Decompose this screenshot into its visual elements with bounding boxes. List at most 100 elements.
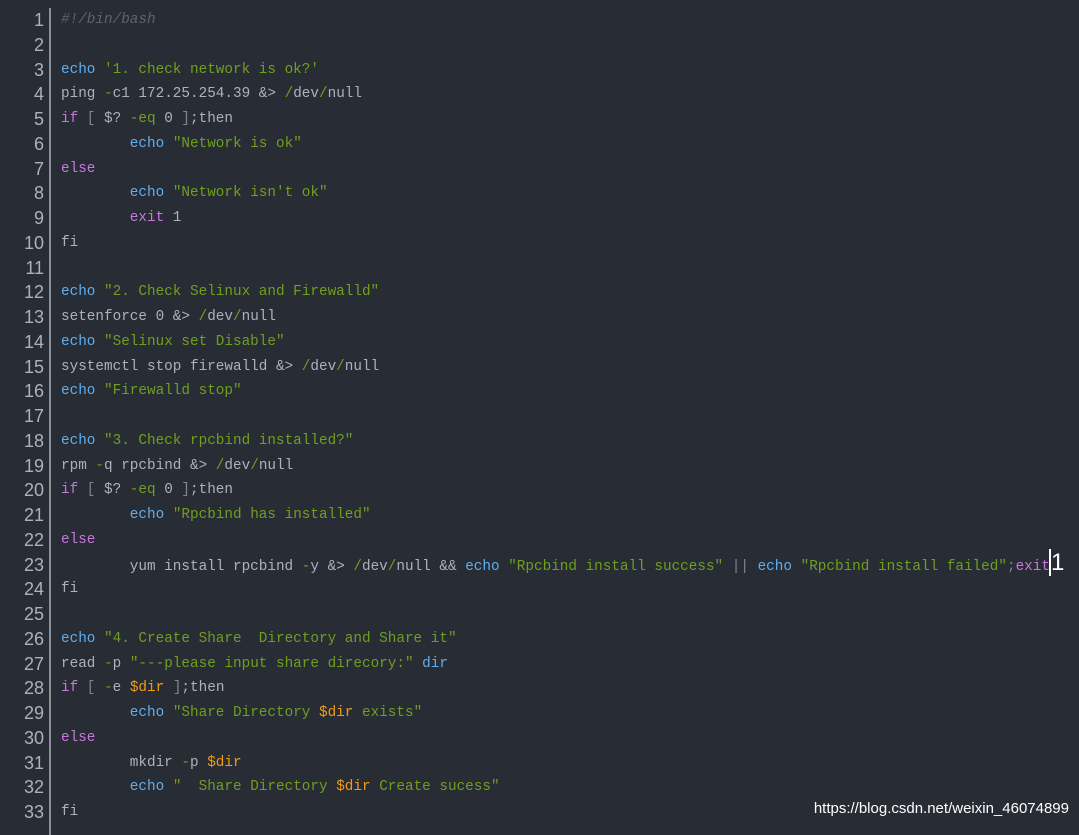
code-line[interactable]: echo "Network is ok"	[61, 132, 1064, 157]
code-line[interactable]	[61, 602, 1064, 627]
code-token: null	[258, 457, 294, 474]
code-token: ping	[61, 86, 104, 103]
code-line[interactable]: #!/bin/bash	[61, 8, 1064, 33]
code-token: "Rpcbind install failed"	[800, 558, 1007, 575]
code-line[interactable]: echo "Share Directory $dir exists"	[61, 701, 1064, 726]
code-line[interactable]: mkdir -p $dir	[61, 751, 1064, 776]
code-token: dir	[422, 655, 448, 672]
code-token: "Share Directory	[172, 705, 319, 721]
code-token: $dir	[207, 754, 242, 771]
code-line[interactable]: else	[61, 726, 1064, 751]
code-line[interactable]: fi	[61, 577, 1064, 602]
line-number: 26	[23, 628, 44, 649]
code-token: echo	[61, 630, 96, 647]
code-token: "Rpcbind has installed"	[172, 507, 371, 523]
code-token: -	[104, 680, 113, 697]
code-line[interactable]: fi	[61, 231, 1064, 256]
code-line[interactable]: echo "Rpcbind has installed"	[61, 503, 1064, 528]
code-line[interactable]: setenforce 0 &> /dev/null	[61, 305, 1064, 330]
code-line[interactable]: echo '1. check network is ok?'	[61, 58, 1064, 83]
line-number: 25	[23, 604, 44, 624]
code-token: $dir	[129, 680, 165, 697]
line-number: 1	[33, 10, 44, 30]
code-token: "Selinux set Disable"	[104, 333, 285, 350]
line-number: 30	[23, 727, 44, 748]
line-number: 24	[23, 579, 44, 600]
line-number: 14	[23, 331, 44, 352]
line-number: 2	[33, 34, 44, 55]
code-token: systemctl stop firewalld &>	[61, 358, 302, 375]
code-token: exists"	[353, 705, 423, 721]
code-token: "4. Create Share Directory and Share it"	[104, 630, 457, 647]
line-number-gutter: 1 2 3 4 5 6 7 8 9 10 11 12 13 14 15 16 17 18 19 20 21 22 23 24 2…	[0, 8, 44, 825]
code-token: echo	[465, 558, 500, 575]
line-number: 20	[23, 480, 44, 501]
code-line[interactable]: if [ $? -eq 0 ];then	[61, 107, 1064, 132]
line-number: 29	[23, 703, 44, 723]
code-line[interactable]: echo "4. Create Share Directory and Shar…	[61, 627, 1064, 652]
code-token: read	[61, 655, 104, 672]
code-token: -eq	[129, 111, 156, 127]
code-line[interactable]	[61, 256, 1064, 281]
watermark: https://blog.csdn.net/weixin_46074899	[813, 800, 1069, 817]
code-token: yum install rpcbind	[61, 558, 302, 575]
code-line[interactable]: yum install rpcbind -y &> /dev/null && e…	[61, 548, 1065, 578]
code-token: '1. check network is ok?'	[104, 61, 319, 78]
code-token: -eq	[129, 482, 156, 499]
code-token: ;then	[190, 111, 233, 127]
code-line[interactable]: ping -c1 172.25.254.39 &> /dev/null	[61, 82, 1064, 107]
code-token: dev	[310, 358, 337, 375]
code-line[interactable]	[61, 404, 1064, 429]
code-token: ||	[723, 558, 758, 575]
code-token: c1 172.25.254.39 &>	[112, 86, 285, 103]
code-token: /	[232, 309, 242, 325]
code-line[interactable]: if [ -e $dir ];then	[61, 676, 1064, 701]
code-line[interactable]: if [ $? -eq 0 ];then	[61, 478, 1064, 503]
code-editor[interactable]: #!/bin/bash echo '1. check network is ok?…	[61, 8, 1065, 825]
code-line[interactable]: else	[61, 157, 1064, 182]
code-token: [	[78, 680, 104, 697]
code-token: echo	[129, 779, 165, 796]
code-token: /	[284, 86, 294, 103]
code-token: setenforce 0 &>	[61, 309, 199, 325]
code-token: "Network isn't ok"	[172, 185, 328, 202]
code-line[interactable]: read -p "---please input share direcory:…	[61, 652, 1064, 677]
code-token: /	[336, 358, 345, 375]
code-token: -	[104, 86, 113, 103]
code-line[interactable]: echo "Selinux set Disable"	[61, 330, 1064, 355]
code-token: exit	[129, 210, 165, 226]
code-line[interactable]: echo "2. Check Selinux and Firewalld"	[61, 280, 1064, 305]
code-token: else	[61, 531, 96, 548]
code-token: /	[318, 86, 328, 103]
code-line[interactable]	[61, 33, 1064, 58]
code-token: -	[104, 655, 113, 672]
code-line[interactable]: rpm -q rpcbind &> /dev/null	[61, 454, 1064, 479]
code-line[interactable]: exit 1	[61, 206, 1064, 231]
code-token: "3. Check rpcbind installed?"	[104, 432, 354, 449]
code-token: null	[327, 86, 362, 103]
code-token: fi	[61, 581, 79, 598]
line-number: 12	[23, 282, 44, 303]
code-token: echo	[129, 135, 165, 152]
code-line[interactable]: echo "Firewalld stop"	[61, 379, 1064, 404]
line-number: 6	[33, 133, 44, 154]
code-line[interactable]: echo "Network isn't ok"	[61, 181, 1064, 206]
line-number: 8	[33, 183, 44, 204]
code-line[interactable]: systemctl stop firewalld &> /dev/null	[61, 355, 1064, 380]
code-token: "Firewalld stop"	[104, 383, 242, 400]
code-line[interactable]: else	[61, 528, 1064, 553]
code-line[interactable]: echo " Share Directory $dir Create suces…	[61, 775, 1064, 800]
code-token: ;	[1006, 558, 1016, 575]
line-number: 5	[33, 109, 44, 129]
code-token: echo	[61, 333, 96, 350]
code-line[interactable]: echo "3. Check rpcbind installed?"	[61, 429, 1064, 454]
